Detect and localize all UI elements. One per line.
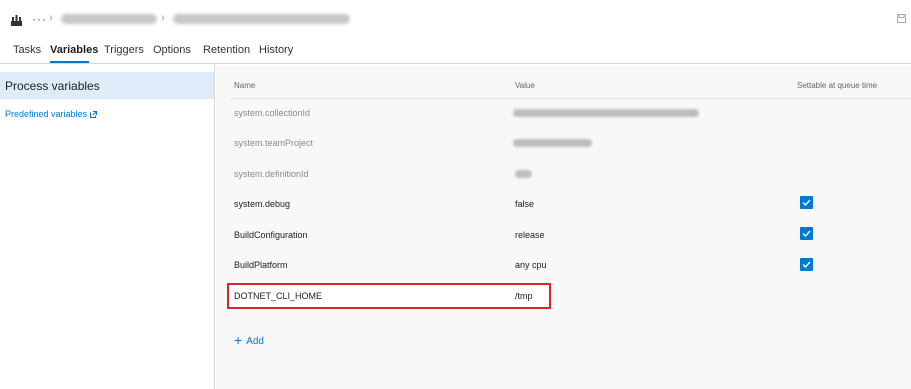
checkmark-icon [802, 230, 811, 238]
checkmark-icon [802, 261, 811, 269]
breadcrumb-pipeline-redacted[interactable] [173, 14, 350, 24]
checkmark-icon [802, 199, 811, 207]
tab-bar: Tasks Variables Triggers Options Retenti… [0, 38, 911, 64]
variable-value-redacted [513, 139, 592, 147]
tab-retention[interactable]: Retention [203, 44, 250, 56]
top-bar: ··· › › [0, 0, 911, 38]
variable-value-field[interactable]: any cpu [515, 260, 547, 270]
more-icon[interactable]: ··· [32, 12, 47, 26]
variable-value-field[interactable]: /tmp [515, 291, 533, 301]
column-header-name: Name [234, 81, 256, 90]
variable-value-redacted [513, 109, 699, 117]
settable-checkbox[interactable] [800, 258, 813, 271]
column-header-settable: Settable at queue time [797, 81, 878, 90]
sidebar: Process variables Predefined variables [0, 65, 215, 389]
add-variable-button[interactable]: + Add [234, 332, 264, 348]
active-tab-indicator [50, 61, 89, 63]
settable-checkbox[interactable] [800, 227, 813, 240]
predefined-variables-link[interactable]: Predefined variables [5, 109, 98, 119]
tab-history[interactable]: History [259, 44, 293, 56]
tab-tasks[interactable]: Tasks [13, 44, 41, 56]
variable-value-field[interactable]: release [515, 230, 545, 240]
column-header-value: Value [515, 81, 535, 90]
variables-panel: Name Value Settable at queue time system… [216, 65, 911, 389]
variable-value-field[interactable]: false [515, 199, 534, 209]
variable-name: system.teamProject [234, 138, 314, 148]
tab-triggers[interactable]: Triggers [104, 44, 144, 56]
chevron-right-icon: › [161, 12, 165, 24]
tab-options[interactable]: Options [153, 44, 191, 56]
sidebar-item-process-variables[interactable]: Process variables [0, 72, 214, 99]
variable-name-field[interactable]: system.debug [234, 199, 290, 209]
variable-name-field[interactable]: DOTNET_CLI_HOME [234, 291, 322, 301]
tab-variables[interactable]: Variables [50, 44, 98, 56]
sidebar-item-label: Process variables [5, 79, 100, 93]
variable-name-field[interactable]: BuildConfiguration [234, 230, 308, 240]
pipeline-icon [11, 15, 22, 26]
chevron-right-icon: › [49, 12, 53, 24]
header-divider [230, 98, 911, 99]
breadcrumb-project-redacted[interactable] [61, 14, 157, 24]
external-link-icon [90, 111, 98, 118]
predefined-variables-label: Predefined variables [5, 109, 88, 119]
variable-value-redacted [515, 170, 532, 178]
variable-name: system.definitionId [234, 169, 309, 179]
variable-name-field[interactable]: BuildPlatform [234, 260, 288, 270]
variable-name: system.collectionId [234, 108, 311, 118]
plus-icon: + [234, 332, 243, 348]
add-label: Add [246, 336, 264, 347]
save-icon[interactable] [897, 14, 906, 23]
settable-checkbox[interactable] [800, 196, 813, 209]
